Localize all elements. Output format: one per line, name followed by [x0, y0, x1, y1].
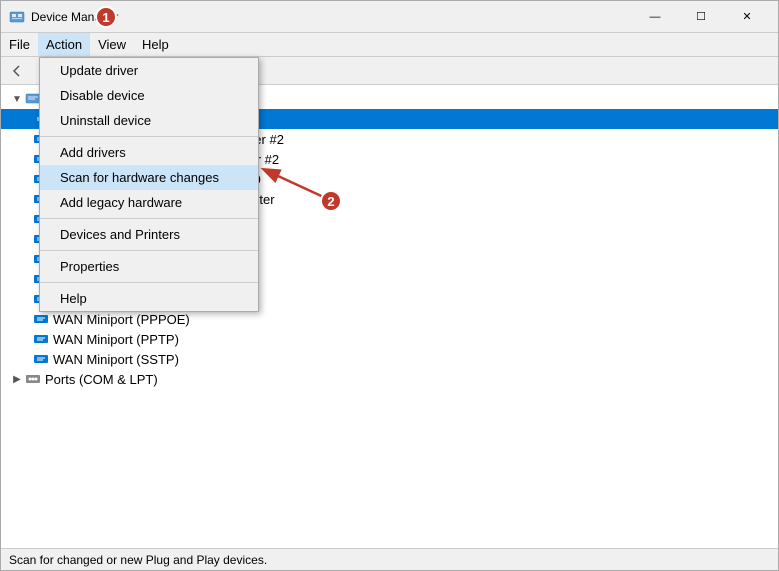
tree-item-wan-sstp[interactable]: WAN Miniport (SSTP)	[1, 349, 778, 369]
menu-item-devices-printers[interactable]: Devices and Printers	[40, 222, 258, 247]
network-icon-wan-sstp	[33, 351, 49, 367]
minimize-button[interactable]: —	[632, 1, 678, 33]
status-text: Scan for changed or new Plug and Play de…	[9, 553, 267, 567]
tree-item-label: WAN Miniport (SSTP)	[53, 352, 179, 367]
action-dropdown-menu: Update driver Disable device Uninstall d…	[39, 57, 259, 312]
menu-item-add-legacy[interactable]: Add legacy hardware	[40, 190, 258, 215]
network-icon-wan-pptp	[33, 331, 49, 347]
tree-item-label: WAN Miniport (PPTP)	[53, 332, 179, 347]
network-icon-wan-pppoe	[33, 311, 49, 327]
menu-item-uninstall-device[interactable]: Uninstall device	[40, 108, 258, 133]
menu-separator-4	[40, 282, 258, 283]
expand-icon-ports: ▶	[9, 371, 25, 387]
window-controls: — ☐ ✕	[632, 1, 770, 33]
menu-item-help[interactable]: Help	[40, 286, 258, 311]
tree-item-label: Ports (COM & LPT)	[45, 372, 158, 387]
menu-bar: File Action View Help Update driver Disa…	[1, 33, 778, 57]
close-button[interactable]: ✕	[724, 1, 770, 33]
menu-view[interactable]: View	[90, 33, 134, 56]
expand-icon-network: ▼	[9, 91, 25, 107]
menu-item-scan-hardware[interactable]: Scan for hardware changes	[40, 165, 258, 190]
menu-separator-1	[40, 136, 258, 137]
menu-file[interactable]: File	[1, 33, 38, 56]
window-icon	[9, 9, 25, 25]
tree-item-ports[interactable]: ▶ Ports (COM & LPT)	[1, 369, 778, 389]
back-icon	[10, 64, 24, 78]
tree-item-label: WAN Miniport (PPPOE)	[53, 312, 190, 327]
annotation-badge-1: 1	[95, 6, 117, 28]
menu-action[interactable]: Action	[38, 33, 90, 56]
menu-help[interactable]: Help	[134, 33, 177, 56]
menu-item-properties[interactable]: Properties	[40, 254, 258, 279]
menu-item-add-drivers[interactable]: Add drivers	[40, 140, 258, 165]
annotation-badge-2: 2	[320, 190, 342, 212]
menu-separator-2	[40, 218, 258, 219]
status-bar: Scan for changed or new Plug and Play de…	[1, 548, 778, 570]
ports-icon	[25, 371, 41, 387]
menu-separator-3	[40, 250, 258, 251]
menu-item-disable-device[interactable]: Disable device	[40, 83, 258, 108]
menu-item-update-driver[interactable]: Update driver	[40, 58, 258, 83]
maximize-button[interactable]: ☐	[678, 1, 724, 33]
window-title: Device Manager	[31, 10, 632, 24]
tree-item-wan-pptp[interactable]: WAN Miniport (PPTP)	[1, 329, 778, 349]
title-bar: 1 Device Manager — ☐ ✕	[1, 1, 778, 33]
tree-item-wan-pppoe[interactable]: WAN Miniport (PPPOE)	[1, 309, 778, 329]
main-window: 1 Device Manager — ☐ ✕ File Action View …	[0, 0, 779, 571]
back-button[interactable]	[5, 59, 29, 83]
